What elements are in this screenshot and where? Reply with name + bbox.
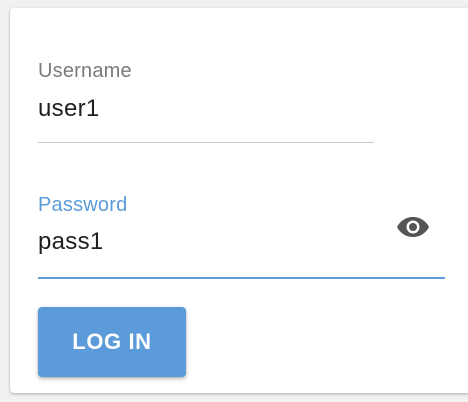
password-label: Password bbox=[38, 194, 128, 216]
password-input[interactable]: pass1 bbox=[38, 228, 104, 256]
password-underline-focused bbox=[38, 277, 445, 279]
username-label: Username bbox=[38, 60, 132, 82]
toggle-password-visibility-button[interactable] bbox=[394, 212, 432, 242]
username-input[interactable]: user1 bbox=[38, 95, 100, 123]
login-button[interactable]: LOG IN bbox=[38, 307, 186, 377]
username-underline bbox=[38, 142, 374, 143]
eye-icon bbox=[397, 217, 429, 237]
